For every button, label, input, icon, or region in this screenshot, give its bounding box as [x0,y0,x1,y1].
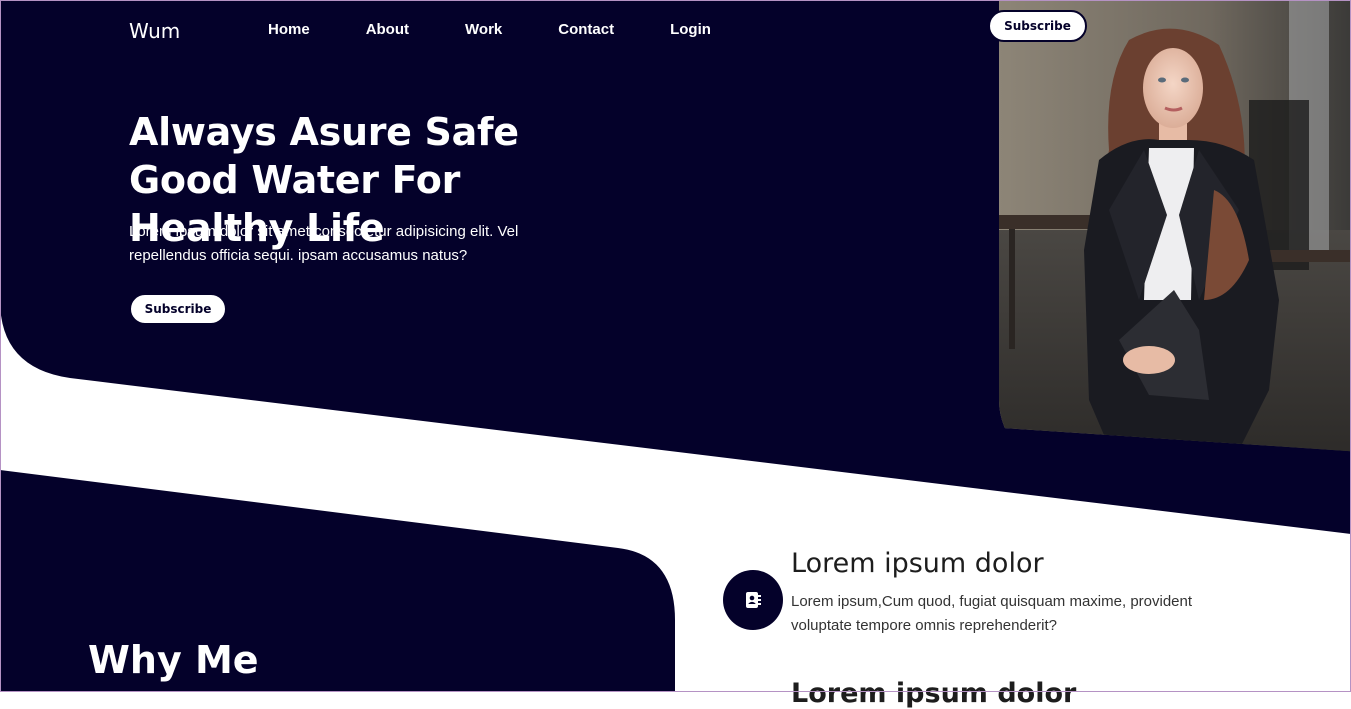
nav-link-work[interactable]: Work [465,21,502,38]
feature-description: Lorem ipsum,Cum quod, fugiat quisquam ma… [791,593,1193,634]
why-me-title: Why Me [88,638,259,682]
nav-link-home[interactable]: Home [268,21,310,38]
nav-link-about[interactable]: About [366,21,409,38]
hero-subscribe-button[interactable]: Subscribe [129,293,227,325]
hero-description: Lorem ipsum dolor sit amet consectetur a… [129,223,519,264]
nav-link-login[interactable]: Login [670,21,711,38]
hero-photo [999,0,1351,452]
brand-logo[interactable]: Wum [129,19,180,43]
nav-links: Home About Work Contact Login [268,21,767,38]
contact-book-icon [746,592,761,608]
nav-link-contact[interactable]: Contact [558,21,614,38]
feature-icon-circle [723,570,783,630]
feature-title: Lorem ipsum dolor [791,548,1044,579]
top-navigation: Wum Home About Work Contact Login [0,0,1351,60]
feature-title-second: Lorem ipsum dolor [791,678,1077,709]
nav-subscribe-button[interactable]: Subscribe [988,10,1087,42]
